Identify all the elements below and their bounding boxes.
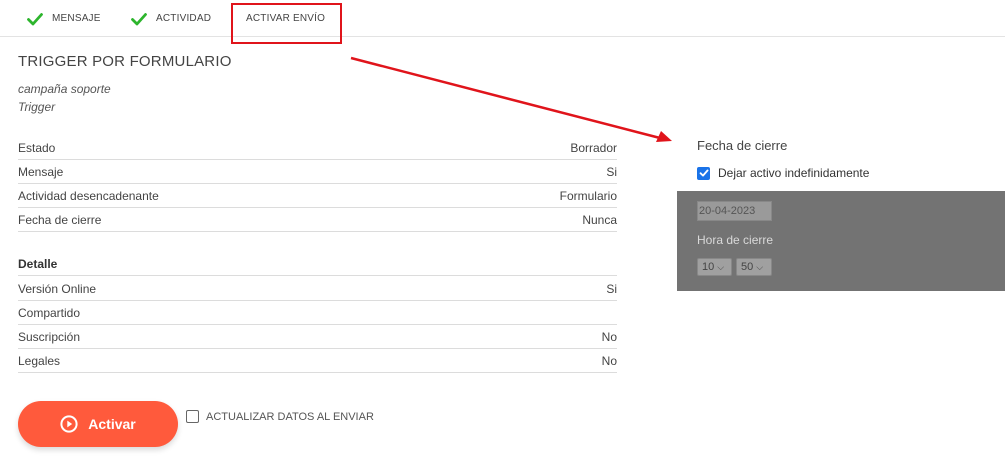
- fecha-cierre-date-input[interactable]: [697, 201, 772, 221]
- row-label: Versión Online: [18, 281, 97, 296]
- chevron-down-icon: ⌵: [717, 261, 725, 272]
- row-value: Formulario: [559, 188, 617, 203]
- row-label: Suscripción: [18, 329, 81, 344]
- activar-label: Activar: [88, 416, 136, 432]
- hour-select[interactable]: 10 ⌵: [697, 258, 732, 276]
- chevron-down-icon: ⌵: [756, 261, 764, 272]
- row-value: Si: [606, 281, 617, 296]
- summary-row-estado: Estado Borrador: [18, 136, 617, 160]
- check-icon: [131, 12, 147, 25]
- detalle-heading: Detalle: [18, 252, 617, 276]
- minute-select[interactable]: 50 ⌵: [736, 258, 772, 276]
- row-value: No: [601, 329, 617, 344]
- page-title: TRIGGER POR FORMULARIO: [18, 53, 232, 70]
- row-label: Legales: [18, 353, 61, 368]
- detalle-row-version-online: Versión Online Si: [18, 277, 617, 301]
- row-label: Actividad desencadenante: [18, 188, 159, 203]
- row-value: Si: [606, 164, 617, 179]
- actualizar-datos-label: ACTUALIZAR DATOS AL ENVIAR: [206, 410, 374, 423]
- row-label: Fecha de cierre: [18, 212, 102, 227]
- row-value: Borrador: [570, 140, 617, 155]
- row-label: Compartido: [18, 305, 81, 320]
- tab-bar: MENSAJE ACTIVIDAD ACTIVAR ENVÍO: [0, 0, 1005, 37]
- row-value: No: [601, 353, 617, 368]
- hour-value: 10: [702, 261, 715, 273]
- summary-row-actividad: Actividad desencadenante Formulario: [18, 184, 617, 208]
- hora-cierre-label: Hora de cierre: [697, 233, 774, 247]
- tab-label: ACTIVIDAD: [156, 13, 212, 24]
- summary-row-fecha-cierre: Fecha de cierre Nunca: [18, 208, 617, 232]
- tab-actividad[interactable]: ACTIVIDAD: [131, 0, 211, 37]
- checkbox-box[interactable]: [186, 410, 199, 423]
- minute-value: 50: [741, 261, 754, 273]
- fecha-cierre-panel-disabled: Hora de cierre 10 ⌵ 50 ⌵: [677, 191, 1005, 291]
- summary-row-mensaje: Mensaje Si: [18, 160, 617, 184]
- annotation-highlight-box: [231, 3, 342, 44]
- row-label: Estado: [18, 140, 56, 155]
- detalle-row-legales: Legales No: [18, 349, 617, 373]
- dejar-activo-label: Dejar activo indefinidamente: [718, 166, 870, 180]
- tab-label: MENSAJE: [52, 13, 101, 24]
- campaign-name: campaña soporte: [18, 82, 111, 96]
- dejar-activo-checkbox[interactable]: Dejar activo indefinidamente: [697, 166, 869, 180]
- campaign-type: Trigger: [18, 100, 56, 114]
- detalle-row-suscripcion: Suscripción No: [18, 325, 617, 349]
- checkbox-checked[interactable]: [697, 166, 710, 180]
- checkmark-icon: [699, 169, 708, 177]
- actualizar-datos-checkbox[interactable]: ACTUALIZAR DATOS AL ENVIAR: [186, 410, 374, 423]
- row-label: Mensaje: [18, 164, 64, 179]
- activar-button[interactable]: Activar: [18, 401, 178, 447]
- row-value: Nunca: [582, 212, 617, 227]
- tab-mensaje[interactable]: MENSAJE: [27, 0, 101, 37]
- play-circle-icon: [60, 415, 78, 433]
- detalle-row-compartido: Compartido: [18, 301, 617, 325]
- check-icon: [27, 12, 43, 25]
- fecha-cierre-title: Fecha de cierre: [697, 138, 788, 153]
